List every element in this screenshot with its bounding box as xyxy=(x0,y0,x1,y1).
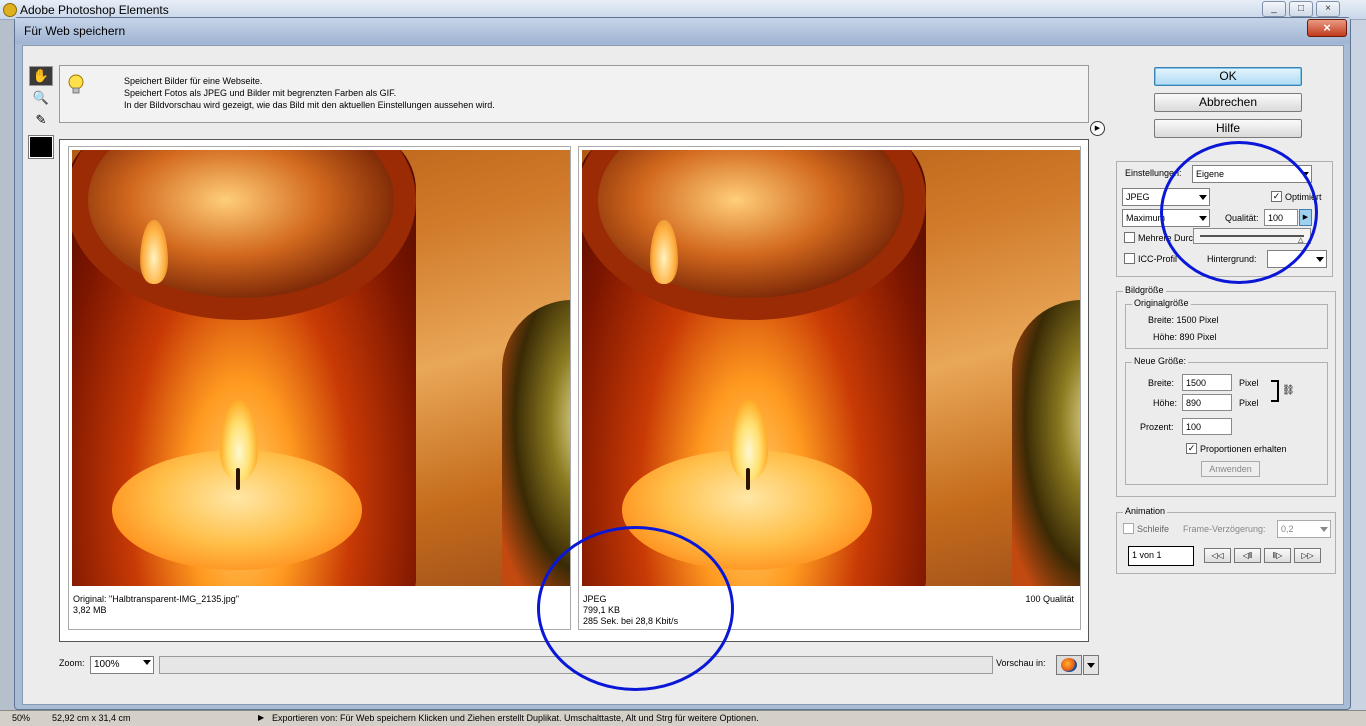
info-line: Speichert Bilder für eine Webseite. xyxy=(124,76,263,86)
info-line: Speichert Fotos als JPEG und Bilder mit … xyxy=(124,88,397,98)
zoom-tool-icon[interactable]: 🔍 xyxy=(29,88,53,108)
link-bracket xyxy=(1271,380,1279,402)
height-input[interactable]: 890 xyxy=(1182,394,1232,411)
zoom-value: 100% xyxy=(94,659,120,670)
info-panel: Speichert Bilder für eine Webseite. Spei… xyxy=(59,65,1089,123)
original-preview-pane[interactable]: Original: "Halbtransparent-IMG_2135.jpg"… xyxy=(68,146,571,630)
app-close-icon[interactable]: × xyxy=(1316,1,1340,17)
first-frame-icon[interactable]: ◁◁ xyxy=(1204,548,1231,563)
status-arrow-icon[interactable]: ▶ xyxy=(258,713,264,722)
help-button[interactable]: Hilfe xyxy=(1154,119,1302,138)
width-unit: Pixel xyxy=(1239,378,1259,388)
lightbulb-icon xyxy=(68,74,84,94)
percent-label: Prozent: xyxy=(1140,422,1174,432)
zoom-select[interactable]: 100% xyxy=(90,656,154,674)
chevron-down-icon xyxy=(1316,257,1324,262)
annotation-circle xyxy=(537,526,734,691)
ok-button[interactable]: OK xyxy=(1154,67,1302,86)
preview-in-label: Vorschau in: xyxy=(996,658,1046,668)
browser-preview-button[interactable] xyxy=(1056,655,1082,675)
original-filename: Original: "Halbtransparent-IMG_2135.jpg" xyxy=(73,594,239,604)
eyedropper-color-swatch[interactable] xyxy=(28,135,54,159)
previous-frame-icon[interactable]: ◁‖ xyxy=(1234,548,1261,563)
multiple-pass-checkbox[interactable] xyxy=(1124,232,1135,243)
animation-label: Animation xyxy=(1123,506,1168,516)
chevron-down-icon xyxy=(1320,527,1328,532)
constrain-proportions-label: Proportionen erhalten xyxy=(1200,444,1287,454)
hand-tool-icon[interactable]: ✋ xyxy=(29,66,53,86)
constrain-proportions-checkbox[interactable]: ✓ xyxy=(1186,443,1197,454)
maximize-icon[interactable]: □ xyxy=(1289,1,1313,17)
status-dimensions: 52,92 cm x 31,4 cm xyxy=(52,713,131,723)
background-editor-right xyxy=(1350,20,1366,710)
status-bar: 50% 52,92 cm x 31,4 cm ▶ Exportieren von… xyxy=(0,710,1366,726)
original-width: Breite: 1500 Pixel xyxy=(1148,315,1219,325)
dialog-titlebar: Für Web speichern × xyxy=(15,18,1350,44)
optimize-menu-icon[interactable]: ▶ xyxy=(1090,121,1105,136)
height-unit: Pixel xyxy=(1239,398,1259,408)
status-message: Exportieren von: Für Web speichern Klick… xyxy=(272,713,759,723)
minimize-icon[interactable]: _ xyxy=(1262,1,1286,17)
image-size-label: Bildgröße xyxy=(1123,285,1166,295)
percent-input[interactable]: 100 xyxy=(1182,418,1232,435)
frame-delay-select[interactable]: 0,2 xyxy=(1277,520,1331,538)
icc-profile-checkbox[interactable] xyxy=(1124,253,1135,264)
original-size-label: Originalgröße xyxy=(1132,298,1191,308)
loop-checkbox[interactable] xyxy=(1123,523,1134,534)
info-line: In der Bildvorschau wird gezeigt, wie da… xyxy=(124,100,495,110)
firefox-icon xyxy=(1061,658,1077,672)
animation-controls: ◁◁ ◁‖ ‖▷ ▷▷ xyxy=(1204,548,1324,563)
new-size-group: Neue Größe: Breite: 1500 Pixel Höhe: 890… xyxy=(1125,356,1328,485)
next-frame-icon[interactable]: ‖▷ xyxy=(1264,548,1291,563)
optimized-image xyxy=(582,150,1080,586)
width-input[interactable]: 1500 xyxy=(1182,374,1232,391)
optimized-quality: 100 Qualität xyxy=(1025,594,1074,604)
animation-group: Animation Schleife Frame-Verzögerung: 0,… xyxy=(1116,506,1336,574)
dialog-close-button[interactable]: × xyxy=(1307,19,1347,37)
last-frame-icon[interactable]: ▷▷ xyxy=(1294,548,1321,563)
width-label: Breite: xyxy=(1148,378,1175,388)
apply-button[interactable]: Anwenden xyxy=(1201,461,1260,477)
status-zoom: 50% xyxy=(12,713,31,723)
frame-counter: 1 von 1 xyxy=(1128,546,1194,566)
original-filesize: 3,82 MB xyxy=(73,605,107,615)
photoshop-elements-icon xyxy=(3,3,17,17)
original-size-group: Originalgröße Breite: 1500 Pixel Höhe: 8… xyxy=(1125,298,1328,349)
cancel-button[interactable]: Abbrechen xyxy=(1154,93,1302,112)
chain-link-icon: ⛓ xyxy=(1282,385,1295,396)
height-label: Höhe: xyxy=(1153,398,1178,408)
dialog-title: Für Web speichern xyxy=(24,24,126,38)
loop-label: Schleife xyxy=(1137,524,1170,534)
app-title: Adobe Photoshop Elements xyxy=(20,3,169,17)
eyedropper-tool-icon[interactable]: ✎ xyxy=(29,110,53,130)
new-size-label: Neue Größe: xyxy=(1132,356,1189,366)
chevron-down-icon xyxy=(1087,663,1095,668)
original-height: Höhe: 890 Pixel xyxy=(1153,332,1217,342)
annotation-circle xyxy=(1160,141,1318,284)
chevron-down-icon xyxy=(143,660,151,665)
original-image xyxy=(72,150,570,586)
browser-select-dropdown[interactable] xyxy=(1083,655,1099,675)
icc-profile-label: ICC-Profil xyxy=(1138,254,1178,264)
frame-delay-label: Frame-Verzögerung: xyxy=(1183,524,1266,534)
zoom-label: Zoom: xyxy=(59,658,85,668)
